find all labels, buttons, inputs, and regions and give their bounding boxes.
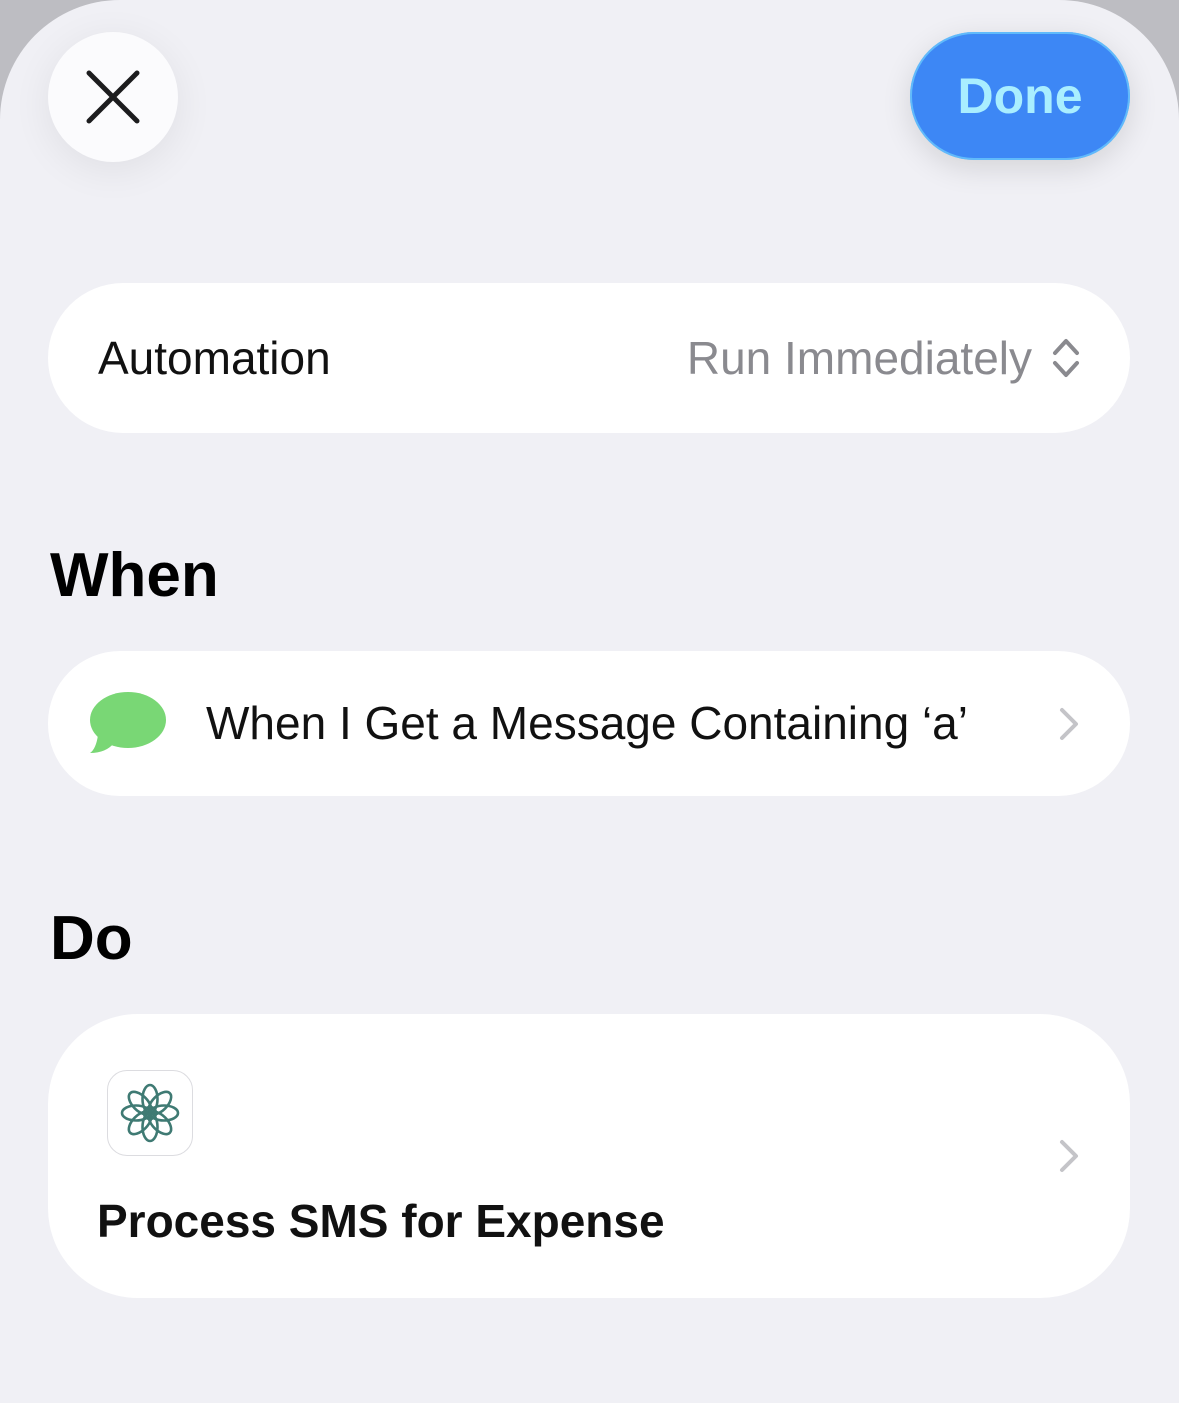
shortcut-app-icon (107, 1070, 193, 1156)
message-bubble-icon (90, 692, 166, 753)
shortcut-flower-icon (120, 1083, 180, 1143)
done-button[interactable]: Done (910, 32, 1130, 160)
close-icon (86, 70, 140, 124)
chevron-right-icon (1060, 1140, 1078, 1172)
when-section-title: When (50, 541, 219, 610)
automation-sheet: Done Automation Run Immediately When Whe… (0, 0, 1179, 1403)
do-section-title: Do (50, 904, 133, 973)
automation-row[interactable]: Automation Run Immediately (48, 283, 1130, 433)
action-row[interactable]: Process SMS for Expense (48, 1014, 1130, 1298)
run-mode-value[interactable]: Run Immediately (687, 283, 1032, 433)
chevron-right-icon (1060, 708, 1078, 740)
trigger-row[interactable]: When I Get a Message Containing ‘a’ (48, 651, 1130, 796)
chevron-up-down-icon (1053, 339, 1079, 377)
action-label: Process SMS for Expense (97, 1195, 665, 1247)
automation-label: Automation (98, 332, 331, 384)
trigger-label: When I Get a Message Containing ‘a’ (206, 697, 968, 749)
close-button[interactable] (48, 32, 178, 162)
